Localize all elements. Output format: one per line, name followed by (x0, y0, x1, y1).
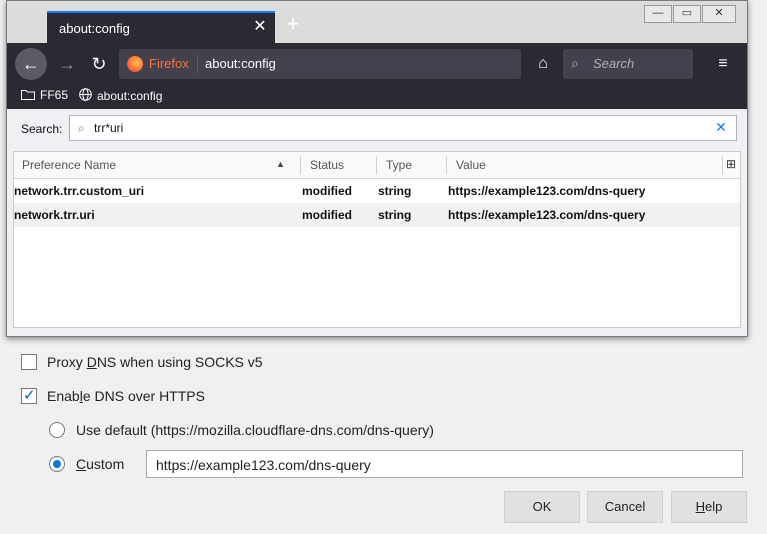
cancel-button[interactable]: Cancel (587, 491, 663, 523)
back-button[interactable]: ← (15, 48, 47, 80)
config-search-row: Search: ⌕ trr*uri ✕ (13, 113, 739, 145)
column-divider[interactable] (722, 156, 723, 174)
column-divider[interactable] (376, 156, 377, 174)
firefox-window: about:config ✕ + — ▭ ✕ ← → ↻ Firefox abo… (6, 0, 748, 337)
pref-status: modified (302, 184, 352, 198)
bookmarks-toolbar: FF65 about:config (7, 85, 747, 109)
column-divider[interactable] (300, 156, 301, 174)
close-tab-icon[interactable]: ✕ (251, 18, 269, 36)
pref-value: https://example123.com/dns-query (448, 208, 646, 222)
proxy-dns-checkbox[interactable] (21, 354, 37, 370)
search-placeholder: Search (593, 56, 635, 71)
title-bar: about:config ✕ + — ▭ ✕ (7, 1, 747, 43)
new-tab-button[interactable]: + (282, 13, 304, 35)
pref-type: string (378, 184, 412, 198)
column-header-status[interactable]: Status (310, 158, 344, 172)
config-search-value: trr*uri (94, 121, 124, 135)
globe-icon (79, 88, 92, 101)
folder-icon (21, 90, 35, 100)
config-search-input[interactable]: ⌕ trr*uri ✕ (69, 115, 737, 141)
tab-title: about:config (59, 21, 130, 36)
table-row[interactable]: network.trr.custom_uri modified string h… (14, 179, 740, 203)
pref-status: modified (302, 208, 352, 222)
firefox-logo-icon (127, 56, 143, 72)
sort-ascending-icon: ▲ (276, 159, 285, 169)
enable-doh-label[interactable]: Enable DNS over HTTPS (47, 388, 205, 404)
bookmark-label: about:config (97, 89, 163, 103)
bookmark-about-config[interactable]: about:config (79, 88, 162, 103)
close-window-button[interactable]: ✕ (702, 5, 736, 23)
url-bar[interactable]: Firefox about:config (119, 49, 521, 79)
url-divider (197, 55, 198, 73)
forward-button[interactable]: → (53, 48, 81, 80)
config-search-label: Search: (21, 122, 63, 136)
maximize-button[interactable]: ▭ (673, 5, 701, 23)
table-row[interactable]: network.trr.uri modified string https://… (14, 203, 740, 227)
column-header-name[interactable]: Preference Name (22, 158, 116, 172)
custom-radio[interactable] (49, 456, 65, 472)
clear-icon[interactable]: ✕ (712, 119, 730, 136)
ok-button[interactable]: OK (504, 491, 580, 523)
pref-name: network.trr.uri (14, 208, 95, 222)
column-divider[interactable] (446, 156, 447, 174)
hamburger-menu-button[interactable]: ≡ (711, 49, 735, 79)
minimize-button[interactable]: — (644, 5, 672, 23)
navigation-toolbar: ← → ↻ Firefox about:config ⌂ ⌕ Search ≡ (7, 43, 747, 85)
custom-doh-url-input[interactable]: https://example123.com/dns-query (146, 450, 743, 478)
use-default-label[interactable]: Use default (https://mozilla.cloudflare-… (76, 422, 434, 438)
pref-value: https://example123.com/dns-query (448, 184, 646, 198)
column-picker-icon[interactable]: ⊞ (726, 157, 736, 171)
pref-name: network.trr.custom_uri (14, 184, 145, 198)
reload-button[interactable]: ↻ (85, 48, 113, 80)
help-button[interactable]: Help (671, 491, 747, 523)
about-config-page: Search: ⌕ trr*uri ✕ Preference Name ▲ St… (7, 109, 747, 336)
bookmark-ff65[interactable]: FF65 (21, 88, 68, 102)
home-button[interactable]: ⌂ (531, 49, 555, 79)
bookmark-label: FF65 (40, 88, 69, 102)
search-icon: ⌕ (78, 121, 85, 135)
custom-label[interactable]: Custom (76, 456, 124, 472)
custom-doh-url-value: https://example123.com/dns-query (156, 457, 371, 473)
search-bar[interactable]: ⌕ Search (563, 49, 693, 79)
table-header: Preference Name ▲ Status Type Value ⊞ (14, 152, 740, 179)
column-header-type[interactable]: Type (386, 158, 412, 172)
proxy-dns-label[interactable]: Proxy DNS when using SOCKS v5 (47, 354, 263, 370)
preferences-table: Preference Name ▲ Status Type Value ⊞ ne… (13, 151, 741, 328)
tab-about-config[interactable]: about:config ✕ (47, 11, 275, 43)
column-header-value[interactable]: Value (456, 158, 486, 172)
search-icon: ⌕ (571, 55, 579, 71)
use-default-radio[interactable] (49, 422, 65, 438)
identity-label: Firefox (149, 56, 189, 71)
url-text: about:config (205, 56, 276, 71)
enable-doh-checkbox[interactable] (21, 386, 37, 404)
pref-type: string (378, 208, 412, 222)
